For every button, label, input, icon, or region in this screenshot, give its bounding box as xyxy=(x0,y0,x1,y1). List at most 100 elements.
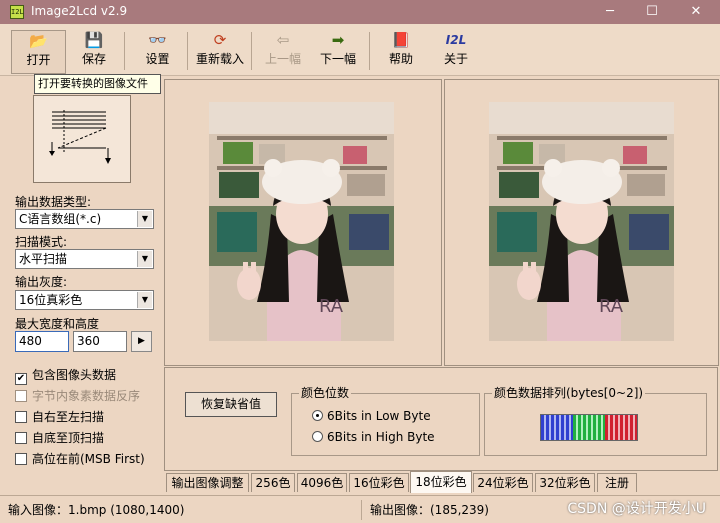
prev-label: 上一幅 xyxy=(264,52,301,66)
checkmark-icon: ✔ xyxy=(15,373,27,385)
byte-reverse-checkbox[interactable]: 字节内象素数据反序 xyxy=(15,389,140,403)
color-options-panel: 恢复缺省值 颜色位数 6Bits in Low Byte 6Bits in Hi… xyxy=(164,367,718,471)
folder-open-icon: 📂 xyxy=(29,32,48,50)
red-channel-swatch xyxy=(605,415,637,440)
include-header-label: 包含图像头数据 xyxy=(32,368,117,382)
app-icon: I2L xyxy=(10,5,24,19)
settings-panel: 输出数据类型: C语言数组(*.c) ▼ 扫描模式: 水平扫描 ▼ 输出灰度: … xyxy=(0,77,161,494)
toolbar-separator xyxy=(187,32,188,70)
high-byte-radio[interactable]: 6Bits in High Byte xyxy=(312,430,435,444)
title-bar: I2L Image2Lcd v2.9 ─ ☐ ✕ xyxy=(0,0,720,24)
green-channel-swatch xyxy=(573,415,605,440)
input-image-pane: RA xyxy=(164,79,442,366)
checkbox-box xyxy=(15,390,27,402)
i2l-logo-icon: I2L xyxy=(445,33,467,47)
bottom-to-top-checkbox[interactable]: 自底至顶扫描 xyxy=(15,431,104,445)
tab-18bit-color[interactable]: 18位彩色 xyxy=(410,471,472,493)
reload-icon: ⟳ xyxy=(213,31,227,49)
maximize-button[interactable]: ☐ xyxy=(632,0,672,24)
toolbar-separator xyxy=(369,32,370,70)
arrow-right-icon: ➡ xyxy=(331,31,345,49)
gray-level-label: 输出灰度: xyxy=(15,275,68,289)
scan-mode-select[interactable]: 水平扫描 ▼ xyxy=(15,249,154,269)
color-bits-group: 颜色位数 6Bits in Low Byte 6Bits in High Byt… xyxy=(291,386,480,456)
low-byte-label: 6Bits in Low Byte xyxy=(327,409,431,423)
toolbar-separator xyxy=(124,32,125,70)
reload-label: 重新载入 xyxy=(195,52,244,66)
help-button[interactable]: 📕 帮助 xyxy=(375,30,427,74)
save-label: 保存 xyxy=(81,52,106,66)
about-label: 关于 xyxy=(443,52,468,66)
high-byte-label: 6Bits in High Byte xyxy=(327,430,435,444)
max-size-label: 最大宽度和高度 xyxy=(15,317,100,331)
csdn-watermark: CSDN @设计开发小U xyxy=(567,501,706,517)
prev-image-button[interactable]: ⇦ 上一幅 xyxy=(257,30,309,74)
color-order-group: 颜色数据排列(bytes[0~2]) xyxy=(484,386,707,456)
settings-label: 设置 xyxy=(145,52,170,66)
scan-mode-value: 水平扫描 xyxy=(19,252,68,266)
output-type-label: 输出数据类型: xyxy=(15,195,92,209)
right-to-left-label: 自右至左扫描 xyxy=(32,410,105,424)
minimize-button[interactable]: ─ xyxy=(590,0,630,24)
radio-selected-icon xyxy=(312,410,323,421)
input-image-status: 输入图像：1.bmp (1080,1400) xyxy=(0,500,362,520)
close-button[interactable]: ✕ xyxy=(676,0,716,24)
msb-first-label: 高位在前(MSB First) xyxy=(32,452,145,466)
tab-register[interactable]: 注册 xyxy=(597,473,637,492)
next-image-button[interactable]: ➡ 下一幅 xyxy=(312,30,364,74)
checkbox-box xyxy=(15,411,27,423)
tab-image-adjust[interactable]: 输出图像调整 xyxy=(166,473,249,492)
checkbox-box xyxy=(15,432,27,444)
color-order-title: 颜色数据排列(bytes[0~2]) xyxy=(492,386,646,400)
dropdown-arrow-icon[interactable]: ▼ xyxy=(137,211,152,227)
color-order-preview xyxy=(540,414,638,441)
include-header-checkbox[interactable]: ✔ 包含图像头数据 xyxy=(15,368,116,385)
toolbar-separator xyxy=(251,32,252,70)
floppy-disk-icon: 💾 xyxy=(84,31,104,49)
max-height-input[interactable]: 360 xyxy=(73,331,127,352)
scan-mode-label: 扫描模式: xyxy=(15,235,68,249)
glasses-icon: 👓 xyxy=(148,31,167,49)
about-button[interactable]: I2L 关于 xyxy=(430,30,482,74)
open-tooltip: 打开要转换的图像文件 xyxy=(34,74,161,94)
save-button[interactable]: 💾 保存 xyxy=(68,30,120,74)
bottom-to-top-label: 自底至顶扫描 xyxy=(32,431,105,445)
output-type-select[interactable]: C语言数组(*.c) ▼ xyxy=(15,209,154,229)
radio-unselected-icon xyxy=(312,431,323,442)
byte-reverse-label: 字节内象素数据反序 xyxy=(32,389,141,403)
output-image-pane: RA xyxy=(444,79,719,366)
apply-size-button[interactable]: ▶ xyxy=(131,331,152,352)
right-to-left-checkbox[interactable]: 自右至左扫描 xyxy=(15,410,104,424)
blue-channel-swatch xyxy=(541,415,573,440)
restore-defaults-button[interactable]: 恢复缺省值 xyxy=(185,392,277,417)
checkbox-box xyxy=(15,453,27,465)
dropdown-arrow-icon[interactable]: ▼ xyxy=(137,292,152,308)
low-byte-radio[interactable]: 6Bits in Low Byte xyxy=(312,409,431,423)
help-label: 帮助 xyxy=(388,52,413,66)
tab-4096-colors[interactable]: 4096色 xyxy=(297,473,347,492)
max-width-input[interactable]: 480 xyxy=(15,331,69,352)
open-label: 打开 xyxy=(26,53,51,67)
tab-256-colors[interactable]: 256色 xyxy=(251,473,295,492)
output-photo: RA xyxy=(489,102,674,341)
open-button[interactable]: 📂 打开 xyxy=(11,30,66,74)
reload-button[interactable]: ⟳ 重新载入 xyxy=(192,30,248,74)
help-book-icon: 📕 xyxy=(391,31,411,49)
window-title: Image2Lcd v2.9 xyxy=(31,4,128,18)
gray-level-select[interactable]: 16位真彩色 ▼ xyxy=(15,290,154,310)
color-bits-title: 颜色位数 xyxy=(299,386,352,400)
msb-first-checkbox[interactable]: 高位在前(MSB First) xyxy=(15,452,145,466)
toolbar: 📂 打开 💾 保存 👓 设置 ⟳ 重新载入 ⇦ 上一幅 ➡ 下一幅 📕 帮助 I… xyxy=(0,24,720,76)
input-photo: RA xyxy=(209,102,394,341)
next-label: 下一幅 xyxy=(319,52,356,66)
svg-text:RA: RA xyxy=(319,296,344,317)
tab-24bit-color[interactable]: 24位彩色 xyxy=(473,473,533,492)
tab-16bit-color[interactable]: 16位彩色 xyxy=(349,473,409,492)
scan-mode-preview-icon xyxy=(33,95,131,183)
tab-32bit-color[interactable]: 32位彩色 xyxy=(535,473,595,492)
arrow-left-icon: ⇦ xyxy=(276,31,290,49)
output-type-value: C语言数组(*.c) xyxy=(19,212,102,226)
output-tabs: 输出图像调整 256色 4096色 16位彩色 18位彩色 24位彩色 32位彩… xyxy=(164,471,718,493)
dropdown-arrow-icon[interactable]: ▼ xyxy=(137,251,152,267)
settings-button[interactable]: 👓 设置 xyxy=(130,30,185,74)
